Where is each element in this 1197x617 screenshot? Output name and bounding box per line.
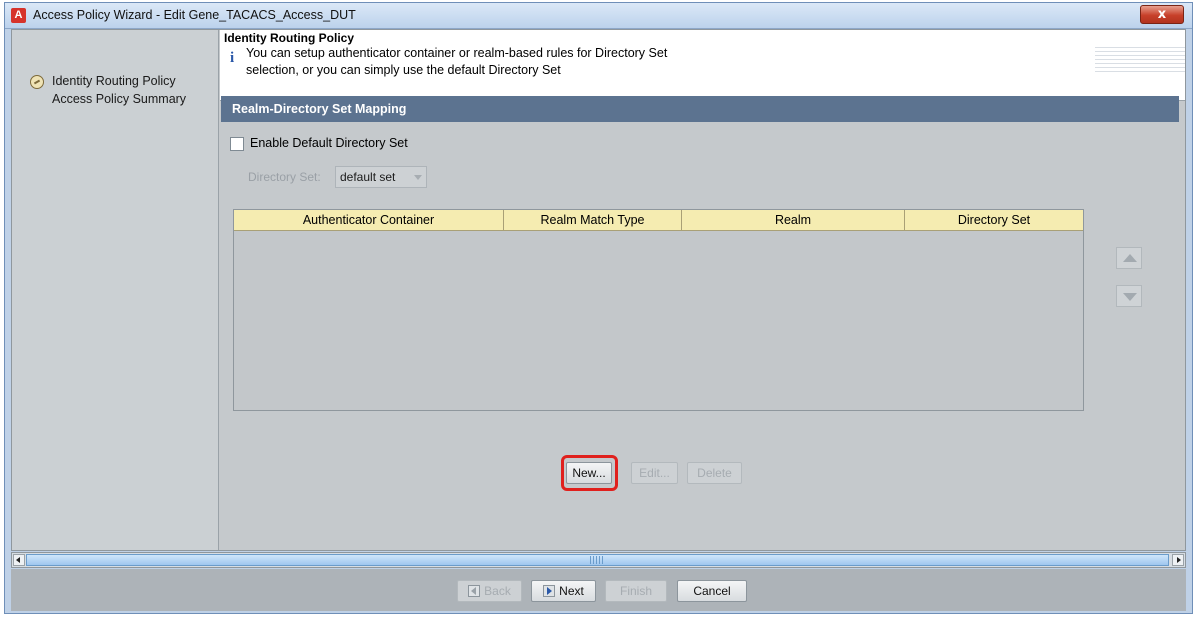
window-title: Access Policy Wizard - Edit Gene_TACACS_…	[33, 8, 356, 22]
cancel-button[interactable]: Cancel	[677, 580, 747, 602]
arrow-up-icon	[1123, 254, 1137, 262]
title-bar: A Access Policy Wizard - Edit Gene_TACAC…	[5, 3, 1192, 29]
mapping-table: Authenticator Container Realm Match Type…	[233, 209, 1084, 411]
enable-default-directory-set-checkbox[interactable]	[230, 137, 244, 151]
directory-set-value: default set	[340, 170, 396, 184]
close-button[interactable]: x	[1140, 5, 1184, 24]
app-logo-icon: A	[11, 8, 26, 23]
next-button-label: Next	[559, 584, 584, 598]
back-button[interactable]: Back	[457, 580, 522, 602]
column-header-realm-match-type[interactable]: Realm Match Type	[504, 210, 682, 230]
step-description-line2: selection, or you can simply use the def…	[246, 63, 561, 77]
step-title: Identity Routing Policy	[224, 31, 355, 45]
step-description-line1: You can setup authenticator container or…	[246, 46, 668, 60]
grip-icon	[590, 556, 604, 564]
wizard-footer: Back Next Finish Cancel	[11, 569, 1186, 611]
directory-set-label: Directory Set:	[248, 170, 321, 184]
sidebar-item-identity-routing-policy[interactable]: Identity Routing Policy	[52, 74, 176, 88]
scroll-left-icon[interactable]	[13, 554, 25, 566]
column-header-realm[interactable]: Realm	[682, 210, 905, 230]
wizard-steps-sidebar: Identity Routing Policy Access Policy Su…	[12, 30, 219, 550]
enable-default-directory-set-label[interactable]: Enable Default Directory Set	[250, 136, 408, 150]
table-header: Authenticator Container Realm Match Type…	[234, 210, 1083, 231]
new-button[interactable]: New...	[566, 462, 612, 484]
edit-button[interactable]: Edit...	[631, 462, 678, 484]
current-step-icon	[30, 75, 44, 89]
header-decoration	[1095, 44, 1185, 74]
wizard-window: A Access Policy Wizard - Edit Gene_TACAC…	[4, 2, 1193, 614]
horizontal-scrollbar[interactable]	[11, 552, 1186, 568]
step-header: Identity Routing Policy i You can setup …	[220, 30, 1185, 101]
scroll-right-icon[interactable]	[1172, 554, 1184, 566]
back-arrow-icon	[468, 585, 481, 597]
scrollbar-thumb[interactable]	[26, 554, 1169, 566]
section-title-bar: Realm-Directory Set Mapping	[221, 96, 1179, 122]
column-header-directory-set[interactable]: Directory Set	[905, 210, 1083, 230]
finish-button[interactable]: Finish	[605, 580, 667, 602]
back-button-label: Back	[484, 584, 511, 598]
move-up-button[interactable]	[1116, 247, 1142, 269]
directory-set-select: default set	[335, 166, 427, 188]
sidebar-item-access-policy-summary[interactable]: Access Policy Summary	[52, 92, 186, 106]
chevron-down-icon	[414, 175, 422, 180]
info-icon: i	[230, 50, 235, 66]
arrow-down-icon	[1123, 293, 1137, 301]
column-header-authenticator-container[interactable]: Authenticator Container	[234, 210, 504, 230]
next-button[interactable]: Next	[531, 580, 596, 602]
move-down-button[interactable]	[1116, 285, 1142, 307]
next-arrow-icon	[543, 585, 556, 597]
delete-button[interactable]: Delete	[687, 462, 742, 484]
